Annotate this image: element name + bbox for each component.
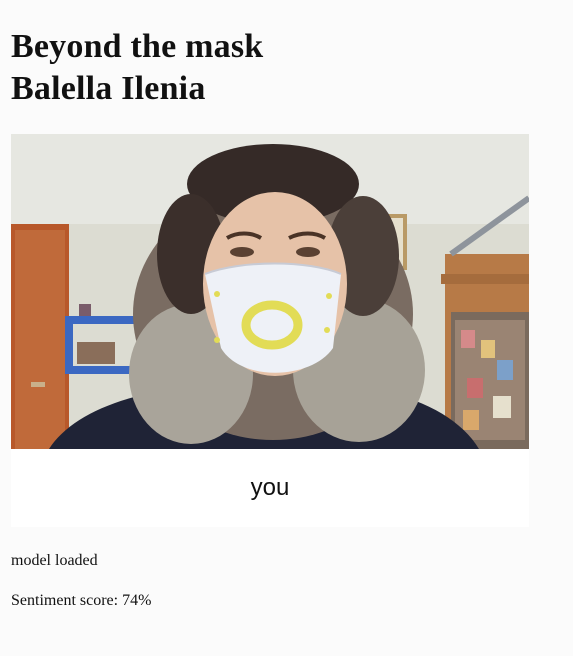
webcam-frame-image bbox=[11, 134, 529, 449]
sentiment-score-text: Sentiment score: 74% bbox=[11, 592, 152, 609]
model-status-text: model loaded bbox=[11, 552, 98, 569]
webcam-video bbox=[11, 134, 529, 449]
title-line-1: Beyond the mask bbox=[11, 28, 264, 65]
webcam-panel: you bbox=[11, 134, 529, 527]
title-line-2: Balella Ilenia bbox=[11, 70, 206, 107]
page-title: Beyond the mask Balella Ilenia bbox=[11, 26, 263, 110]
webcam-label: you bbox=[250, 474, 290, 501]
